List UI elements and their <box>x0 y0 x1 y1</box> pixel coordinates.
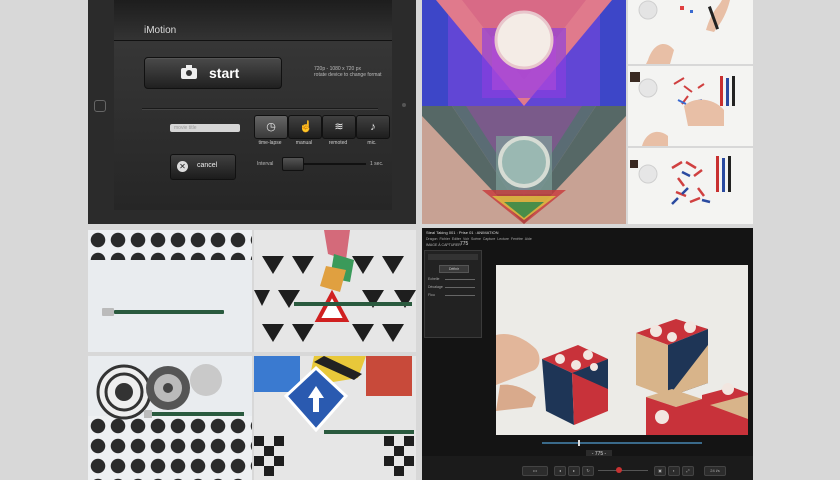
timeline-track[interactable] <box>542 442 702 444</box>
imotion-ipad: iMotion start 720p - 1080 x 720 px rotat… <box>88 0 416 224</box>
mode-label: manual <box>295 140 313 146</box>
stopwatch-icon: ◷ <box>266 121 276 133</box>
panel-row-label: Flou <box>428 293 435 297</box>
panel-row-label: Echelle <box>428 277 440 281</box>
mode-label: remoted <box>328 140 348 146</box>
interval-value: 1 sec. <box>370 161 384 167</box>
movie-title-input[interactable]: movie title <box>170 124 240 132</box>
resolution-info: 720p - 1080 x 720 px rotate device to ch… <box>314 66 394 78</box>
mode-mic-button[interactable]: ♪ <box>356 115 390 139</box>
loop-icon[interactable]: ↻ <box>582 466 594 476</box>
triangle-circle-artwork <box>422 0 626 106</box>
cancel-button-label: cancel <box>197 162 218 169</box>
define-button[interactable]: Définir <box>439 265 469 273</box>
play-icon[interactable]: ▸ <box>568 466 580 476</box>
interval-slider-knob[interactable] <box>282 157 304 171</box>
menu-item[interactable]: Aide <box>525 237 532 241</box>
menu-item[interactable]: Capture <box>483 237 495 241</box>
cubes-preview-image <box>496 265 748 435</box>
step-back-icon[interactable]: ◂ <box>554 466 566 476</box>
menu-item[interactable]: Lecture <box>497 237 509 241</box>
menu-bar: Dragon Fichier Editer Voir Scène Capture… <box>426 237 532 241</box>
start-button[interactable]: start <box>144 57 282 89</box>
start-button-label: start <box>209 65 240 81</box>
offset-slider[interactable] <box>445 287 475 288</box>
menu-item[interactable]: Fenêtre <box>511 237 523 241</box>
ipad-home-button[interactable] <box>94 100 106 112</box>
mute-icon[interactable]: ◐ <box>668 466 680 476</box>
frame-number: 775 <box>460 241 469 247</box>
mode-label: mic. <box>367 140 377 146</box>
capture-mode-button[interactable]: ••• <box>522 466 548 476</box>
timeline-playhead[interactable] <box>578 440 580 446</box>
wifi-icon: ≋ <box>334 121 344 133</box>
mode-label: time-lapse <box>258 140 282 146</box>
imotion-app-title: iMotion <box>144 25 177 36</box>
menu-item[interactable]: Scène <box>471 237 481 241</box>
divider <box>142 108 378 110</box>
triangle-pattern-image <box>254 230 416 352</box>
mode-manual-button[interactable]: ☝ <box>288 115 322 139</box>
road-sign-collage <box>254 356 416 480</box>
cancel-button[interactable]: ✕ cancel <box>170 154 236 180</box>
rotate-hint-line: rotate device to change format <box>314 72 382 78</box>
geometric-artwork-top <box>422 0 626 106</box>
menu-item[interactable]: Fichier <box>439 237 450 241</box>
playback-slider[interactable] <box>598 470 648 471</box>
geometric-artwork-bottom <box>422 106 626 224</box>
microphone-icon: ♪ <box>370 121 376 133</box>
pencil <box>102 308 224 316</box>
frame-label: IMAGE À CAPTURER <box>426 243 461 247</box>
window-title: Steal Taking 001 : Prise 01 : ANIMATION <box>426 230 499 235</box>
overlapping-shapes-artwork <box>422 106 626 224</box>
record-knob[interactable] <box>616 467 622 473</box>
fullscreen-icon[interactable]: ⤢ <box>682 466 694 476</box>
hand-drawing-image <box>630 72 735 146</box>
camera-preview <box>496 265 748 435</box>
dragonframe-window: Steal Taking 001 : Prise 01 : ANIMATION … <box>422 228 753 480</box>
imotion-screen: iMotion start 720p - 1080 x 720 px rotat… <box>114 0 392 210</box>
hand-drawing-image <box>630 156 731 205</box>
interval-slider[interactable] <box>282 157 366 171</box>
drawing-photo-1 <box>628 0 753 64</box>
drawing-photo-2 <box>628 66 753 146</box>
mode-remoted-button[interactable]: ≋ <box>322 115 356 139</box>
target-wheel-collage <box>96 364 244 420</box>
dot-pattern <box>88 230 252 260</box>
scale-slider[interactable] <box>445 279 475 280</box>
ipad-camera-dot <box>402 103 406 107</box>
pencil-photo-2 <box>254 230 416 352</box>
camera-settings-panel: Définir Echelle Décalage Flou <box>424 250 482 338</box>
hand-drawing-image <box>638 0 730 64</box>
camera-icon <box>181 65 197 79</box>
blur-slider[interactable] <box>445 295 475 296</box>
drawing-photo-3 <box>628 148 753 224</box>
panel-row-label: Décalage <box>428 285 443 289</box>
pencil-photo-1 <box>88 230 252 352</box>
mode-time-lapse-button[interactable]: ◷ <box>254 115 288 139</box>
fps-selector[interactable]: 24 i/s <box>704 466 726 476</box>
playback-controls: ••• ◂ ▸ ↻ ▣ ◐ ⤢ 24 i/s <box>422 456 753 480</box>
pencil-photo-3 <box>88 356 252 480</box>
menu-item[interactable]: Dragon <box>426 237 437 241</box>
camera-icon[interactable]: ▣ <box>654 466 666 476</box>
pencil-photo-4 <box>254 356 416 480</box>
capture-mode-selector: ◷ ☝ ≋ ♪ time-lapse manual remoted mic. <box>254 115 390 146</box>
hand-pointer-icon: ☝ <box>299 121 313 133</box>
tool-icon-row[interactable] <box>428 254 478 260</box>
interval-label: Interval <box>257 161 274 167</box>
close-icon: ✕ <box>177 161 188 172</box>
